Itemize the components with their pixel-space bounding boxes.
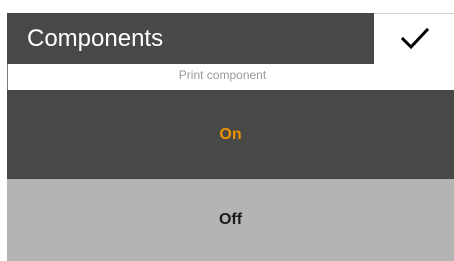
page-title: Components	[27, 25, 164, 52]
option-on-button[interactable]: On	[7, 90, 454, 179]
subtitle-row: Print component	[7, 64, 454, 90]
option-off-button[interactable]: Off	[7, 179, 454, 261]
components-screen: Components Print component On Off	[7, 13, 454, 261]
title-bar: Components	[7, 13, 374, 64]
checkmark-icon	[400, 27, 430, 50]
header: Components	[7, 13, 454, 64]
subtitle: Print component	[178, 68, 267, 82]
confirm-button[interactable]	[374, 13, 454, 64]
